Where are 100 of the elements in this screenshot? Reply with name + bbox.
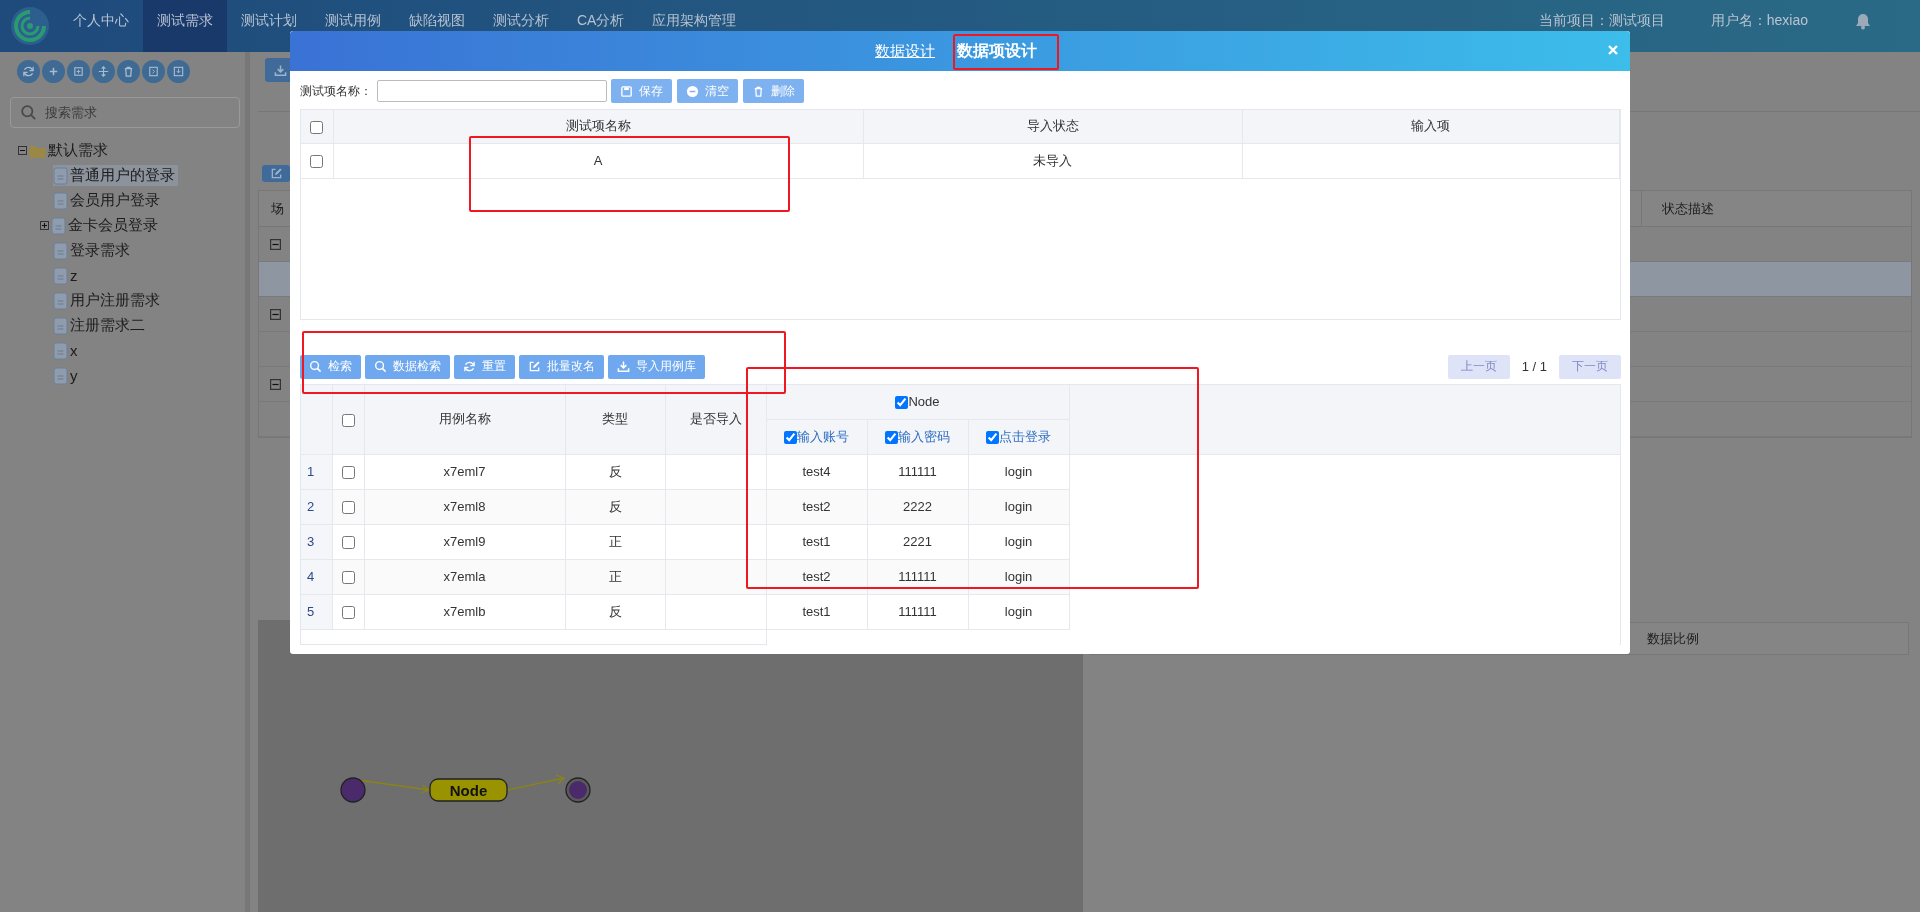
row-checkbox[interactable] <box>341 466 355 480</box>
tree-item[interactable]: x <box>53 340 81 361</box>
table-cell: test2 <box>766 489 867 524</box>
table-cell: 正 <box>565 559 665 594</box>
tree-item[interactable]: y <box>53 365 81 386</box>
save-icon <box>620 84 633 98</box>
edit-button[interactable] <box>262 164 290 182</box>
edit-icon <box>269 166 283 180</box>
tree-item[interactable]: z <box>53 265 81 286</box>
row-number: 4 <box>301 559 332 594</box>
column-checkbox[interactable] <box>885 430 898 444</box>
row-checkbox[interactable] <box>341 536 355 550</box>
column-header: 类型 <box>565 385 665 454</box>
toolbar-button[interactable]: 批量改名 <box>519 354 604 379</box>
nav-tab[interactable]: 测试计划 <box>227 0 311 52</box>
toolbar-button[interactable]: 数据检索 <box>365 354 450 379</box>
table-cell: x7emlb <box>364 594 565 629</box>
logo-icon <box>8 4 52 48</box>
table-cell: 正 <box>565 524 665 559</box>
table-cell: 反 <box>565 594 665 629</box>
column-header: 状态描述 <box>1641 191 1911 226</box>
tree-item[interactable]: 金卡会员登录 <box>51 215 161 236</box>
import-icon[interactable] <box>167 59 190 83</box>
row-number: 2 <box>301 489 332 524</box>
table-cell: 反 <box>565 489 665 524</box>
nav-tab[interactable]: 测试需求 <box>143 0 227 52</box>
refresh-icon[interactable] <box>17 59 40 83</box>
collapse-icon[interactable] <box>270 378 281 390</box>
folder-icon <box>29 143 46 158</box>
table-cell: x7eml7 <box>364 454 565 489</box>
table-cell: 111111 <box>867 594 968 629</box>
table-cell: test1 <box>766 524 867 559</box>
column-header: Node <box>766 385 1070 419</box>
table-cell: 111111 <box>867 454 968 489</box>
start-node[interactable] <box>340 777 366 803</box>
file-icon <box>53 316 68 335</box>
search-field[interactable]: 搜索需求 <box>10 97 240 128</box>
column-header: 是否导入 <box>665 385 766 454</box>
table-cell: test4 <box>766 454 867 489</box>
connector-arrow <box>506 774 566 791</box>
trash-icon[interactable] <box>117 59 140 83</box>
toolbar-button[interactable]: 导入用例库 <box>608 354 705 379</box>
row-checkbox[interactable] <box>341 501 355 515</box>
row-checkbox[interactable] <box>341 606 355 620</box>
toolbar-button[interactable]: 重置 <box>454 354 515 379</box>
column-header: 输入项 <box>1242 110 1620 143</box>
export-icon[interactable] <box>142 59 165 83</box>
tree-item[interactable]: 会员用户登录 <box>53 190 163 211</box>
column-checkbox[interactable] <box>784 430 797 444</box>
table-cell: 未导入 <box>863 143 1242 178</box>
file-icon <box>53 291 68 310</box>
add-icon[interactable] <box>42 59 65 83</box>
download-icon <box>617 360 630 373</box>
dialog-tab[interactable]: 数据项设计 <box>957 38 1037 64</box>
toolbar-button[interactable]: 检索 <box>300 354 361 379</box>
file-icon <box>53 166 68 185</box>
tree-item[interactable]: 默认需求 <box>48 140 111 161</box>
collapse-icon[interactable] <box>18 146 27 155</box>
table-cell: x7eml8 <box>364 489 565 524</box>
bell-icon[interactable] <box>1854 12 1872 30</box>
group-checkbox[interactable] <box>895 396 909 410</box>
row-number: 1 <box>301 454 332 489</box>
search-icon <box>374 360 387 373</box>
tree-item[interactable]: 登录需求 <box>53 240 133 261</box>
file-icon <box>53 366 68 385</box>
tree-item[interactable]: 普通用户的登录 <box>53 165 178 186</box>
row-checkbox[interactable] <box>341 571 355 585</box>
table-cell: A <box>333 143 863 178</box>
end-node[interactable] <box>565 777 591 803</box>
download-icon <box>273 63 287 77</box>
refresh-icon <box>463 360 476 373</box>
node-box[interactable]: Node <box>429 778 508 802</box>
table-cell: 2222 <box>867 489 968 524</box>
dialog-tab[interactable]: 数据设计 <box>875 39 935 63</box>
row-checkbox[interactable] <box>310 155 324 169</box>
expand-all-icon[interactable] <box>67 59 90 83</box>
table-cell: x7emla <box>364 559 565 594</box>
field-label: 测试项名称： <box>300 82 372 100</box>
column-header: 输入账号 <box>766 419 867 454</box>
collapse-icon[interactable] <box>270 308 281 320</box>
expand-icon[interactable] <box>40 221 49 230</box>
move-icon[interactable] <box>92 59 115 83</box>
column-header: 用例名称 <box>364 385 565 454</box>
row-number: 5 <box>301 594 332 629</box>
tree-item[interactable]: 注册需求二 <box>53 315 148 336</box>
table-cell: test1 <box>766 594 867 629</box>
table-cell: login <box>968 524 1070 559</box>
user-name: 用户名：hexiao <box>1710 12 1808 30</box>
tree-item[interactable]: 用户注册需求 <box>53 290 163 311</box>
nav-tab[interactable]: 个人中心 <box>59 0 143 52</box>
minus-icon <box>686 84 699 98</box>
table-cell: login <box>968 594 1070 629</box>
select-all-checkbox[interactable] <box>341 413 355 427</box>
table-cell: login <box>968 454 1070 489</box>
select-all-checkbox[interactable] <box>310 120 324 134</box>
edit-icon <box>528 360 541 373</box>
column-header: 数据比例 <box>1647 629 1699 648</box>
collapse-icon[interactable] <box>270 238 281 250</box>
column-checkbox[interactable] <box>986 430 999 444</box>
name-field[interactable] <box>377 80 607 102</box>
